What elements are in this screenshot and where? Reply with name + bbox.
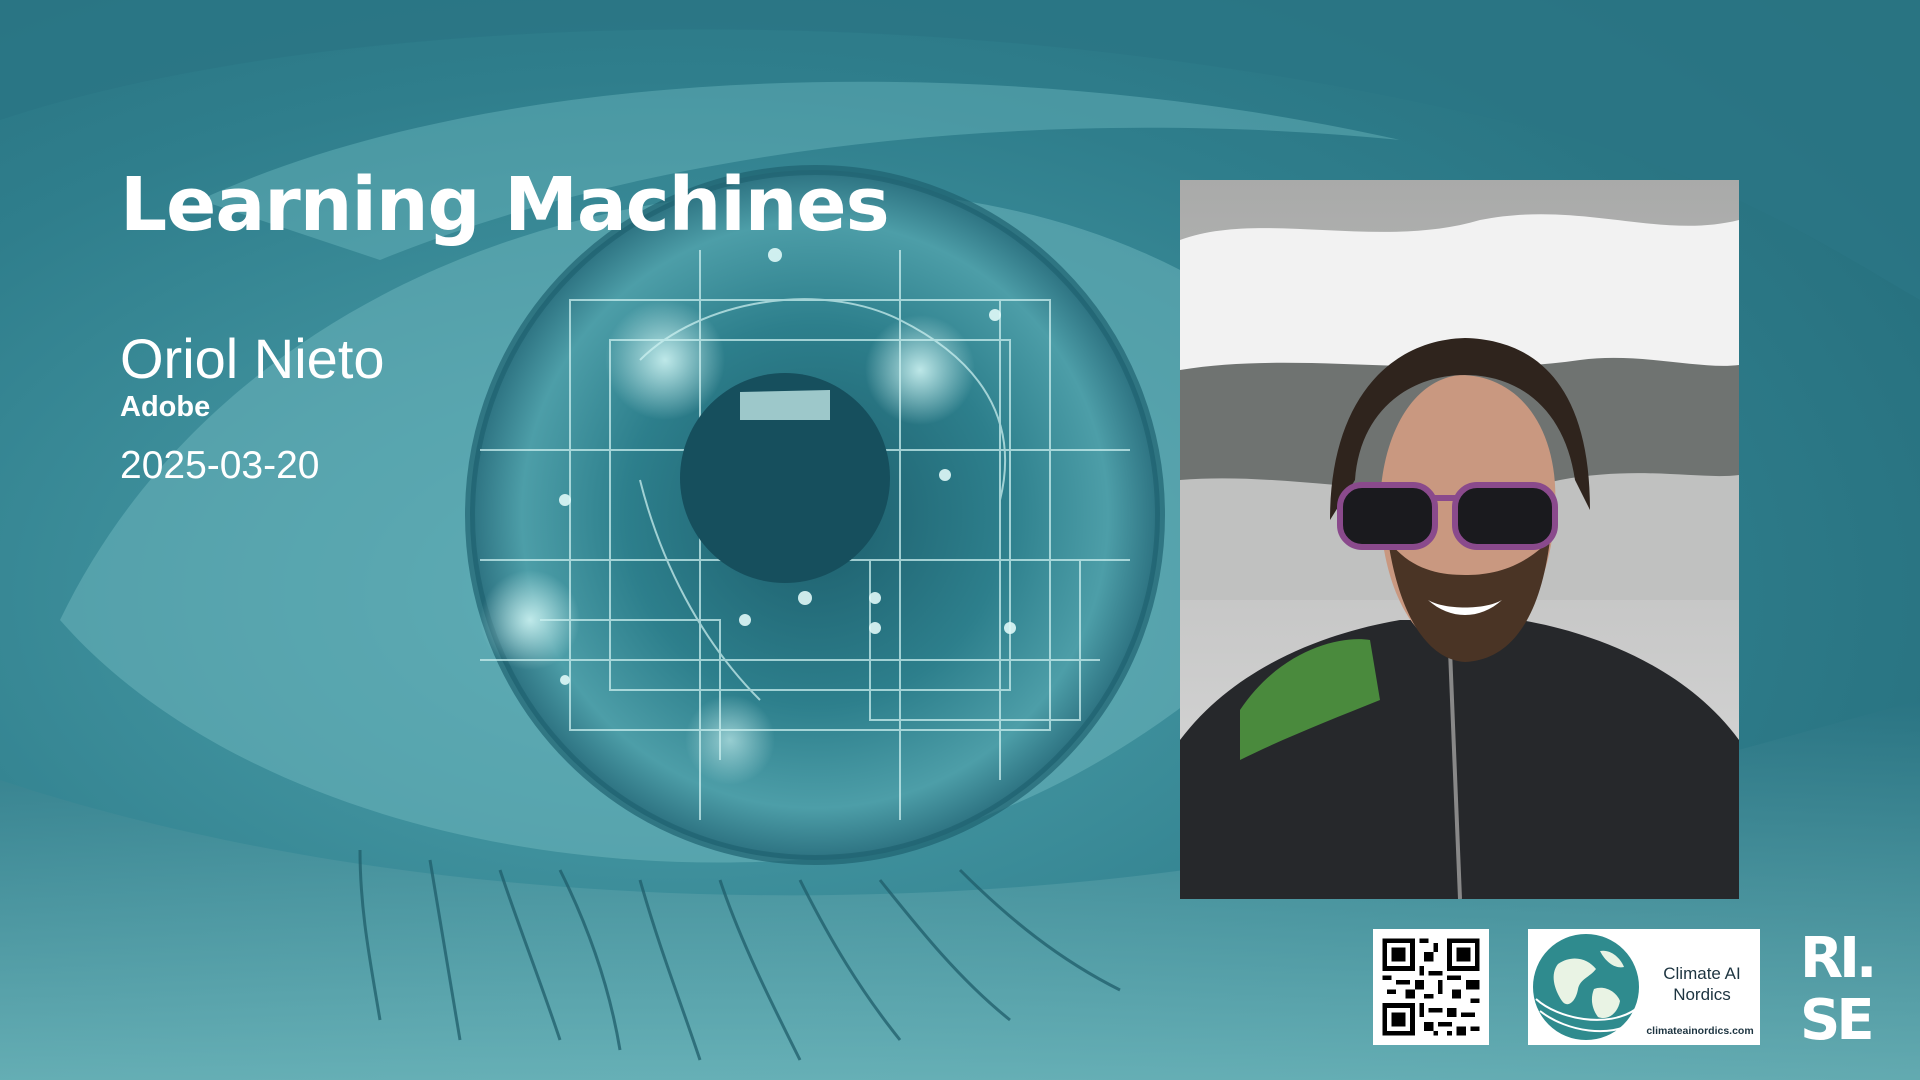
climate-ai-nordics-url: climateainordics.com xyxy=(1646,1025,1754,1037)
qr-code[interactable] xyxy=(1373,929,1489,1045)
title-slide: Learning Machines Oriol Nieto Adobe 2025… xyxy=(0,0,1920,1080)
climate-ai-nordics-logo[interactable]: Climate AI Nordics climateainordics.com xyxy=(1528,929,1760,1045)
globe-icon xyxy=(1533,934,1639,1040)
slide-title: Learning Machines xyxy=(120,162,890,248)
speaker-photo xyxy=(1180,180,1739,899)
svg-text:SE: SE xyxy=(1800,988,1871,1045)
rise-logo[interactable]: RI. SE xyxy=(1798,925,1894,1045)
svg-text:RI.: RI. xyxy=(1800,926,1873,991)
climate-ai-nordics-name: Climate AI Nordics xyxy=(1663,964,1741,1004)
speaker-organization: Adobe xyxy=(120,391,211,423)
speaker-name: Oriol Nieto xyxy=(120,327,385,390)
talk-date: 2025-03-20 xyxy=(120,444,320,487)
